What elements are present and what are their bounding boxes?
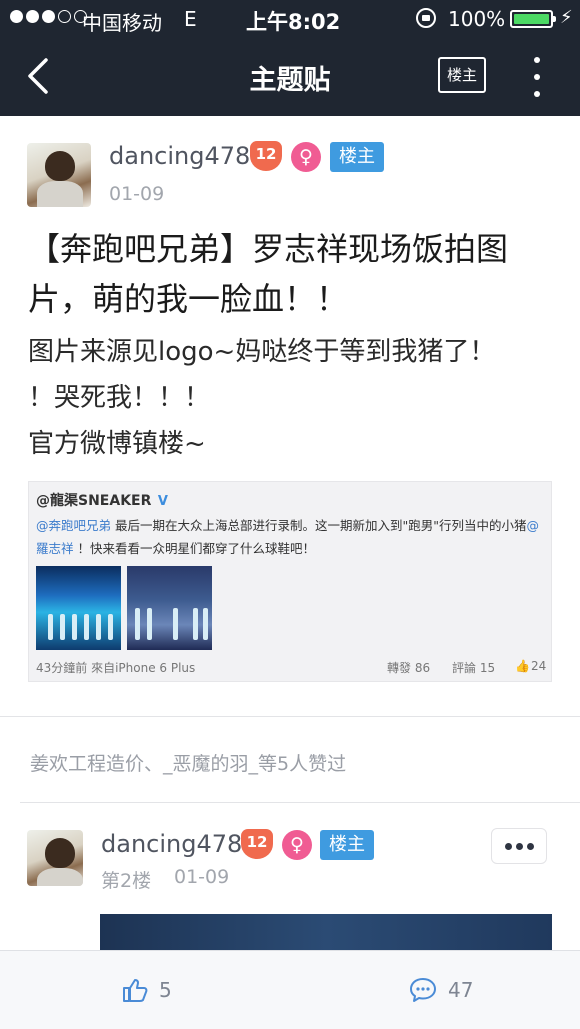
avatar[interactable]: [27, 143, 91, 207]
thumb-up-icon: [123, 979, 148, 1002]
embed-username-text: @龍渠SNEAKER: [36, 493, 152, 509]
reply-image[interactable]: [100, 914, 552, 954]
embed-text-segment: 最后一期在大众上海总部进行录制。这一期新加入到"跑男"行列当中的小猪: [111, 518, 527, 533]
more-options-button[interactable]: [530, 57, 544, 97]
status-time: 上午8:02: [246, 10, 341, 34]
network-type: E: [184, 7, 197, 31]
owner-badge: 楼主: [320, 830, 374, 860]
charging-icon: ⚡: [560, 7, 573, 28]
reply-username[interactable]: dancing478: [101, 830, 242, 858]
top-bar: 中国移动 E 上午8:02 100% ⚡ 主题贴 楼主: [0, 0, 580, 116]
female-icon: ♀: [282, 830, 312, 860]
embedded-image[interactable]: @龍渠SNEAKER V @奔跑吧兄弟 最后一期在大众上海总部进行录制。这一期新加…: [28, 481, 552, 682]
embed-meta: 43分鐘前 來自iPhone 6 Plus: [36, 661, 196, 675]
embed-mention: 羅志祥: [36, 541, 74, 556]
embed-text: @奔跑吧兄弟 最后一期在大众上海总部进行录制。这一期新加入到"跑男"行列当中的小…: [36, 514, 548, 560]
divider: [20, 802, 580, 803]
like-button[interactable]: 5: [121, 976, 172, 1004]
floor-number: 第2楼: [101, 870, 152, 892]
reply-more-button[interactable]: [491, 828, 547, 864]
embed-mention: @奔跑吧兄弟: [36, 518, 112, 533]
post-title: 【奔跑吧兄弟】罗志祥现场饭拍图 片，萌的我一脸血！！: [28, 224, 558, 324]
thumb-up-icon: 👍: [515, 659, 530, 673]
comment-count: 47: [448, 978, 474, 1002]
horizontal-ellipsis-icon: [504, 842, 512, 850]
embed-username: @龍渠SNEAKER V: [36, 490, 170, 510]
post-body-line: 官方微博镇楼~: [28, 429, 206, 459]
post-body-line: 图片来源见logo~妈哒终于等到我猪了！: [28, 337, 496, 367]
verified-icon: V: [157, 494, 168, 509]
speech-bubble-icon: [410, 978, 436, 1002]
bottom-action-bar: 5 47: [0, 950, 580, 1029]
battery-percent: 100%: [448, 7, 506, 31]
vertical-ellipsis-icon: [534, 57, 540, 63]
reply-date: 01-09: [174, 866, 230, 888]
level-badge: 12: [241, 829, 273, 859]
signal-strength-icon: [10, 10, 87, 23]
embed-photo: [36, 566, 121, 650]
post-title-line: 【奔跑吧兄弟】罗志祥现场饭拍图: [28, 230, 509, 268]
liked-by-text[interactable]: 姜欢工程造价、_恶魔的羽_等5人赞过: [30, 749, 346, 776]
avatar[interactable]: [27, 830, 83, 886]
female-icon: ♀: [291, 142, 321, 172]
page-title: 主题贴: [249, 65, 331, 96]
comment-button[interactable]: 47: [408, 976, 473, 1004]
embed-reposts: 轉發 86: [387, 661, 431, 675]
owner-badge: 楼主: [330, 142, 384, 172]
post-date: 01-09: [109, 183, 165, 205]
owner-only-button[interactable]: 楼主: [438, 57, 486, 93]
divider: [0, 716, 580, 717]
post-username[interactable]: dancing478: [109, 142, 250, 170]
navigation-bar: 主题贴 楼主: [0, 38, 580, 116]
embed-likes: 24: [531, 659, 547, 673]
level-badge: 12: [250, 141, 282, 171]
post-body: 图片来源见logo~妈哒终于等到我猪了！ ！哭死我！！！ 官方微博镇楼~: [28, 329, 558, 467]
battery-icon: [510, 10, 556, 28]
post-title-line: 片，萌的我一脸血！！: [28, 280, 349, 318]
embed-text-segment: ！快来看看一众明星们都穿了什么球鞋吧！: [73, 541, 315, 556]
carrier-label: 中国移动: [82, 11, 162, 35]
like-count: 5: [159, 978, 172, 1002]
embed-comments: 評論 15: [452, 661, 496, 675]
embed-mention: @: [526, 518, 540, 533]
status-bar: 中国移动 E 上午8:02 100% ⚡: [0, 0, 580, 38]
rotation-lock-icon: [416, 8, 436, 28]
post-body-line: ！哭死我！！！: [28, 383, 211, 413]
embed-photo: [127, 566, 212, 650]
